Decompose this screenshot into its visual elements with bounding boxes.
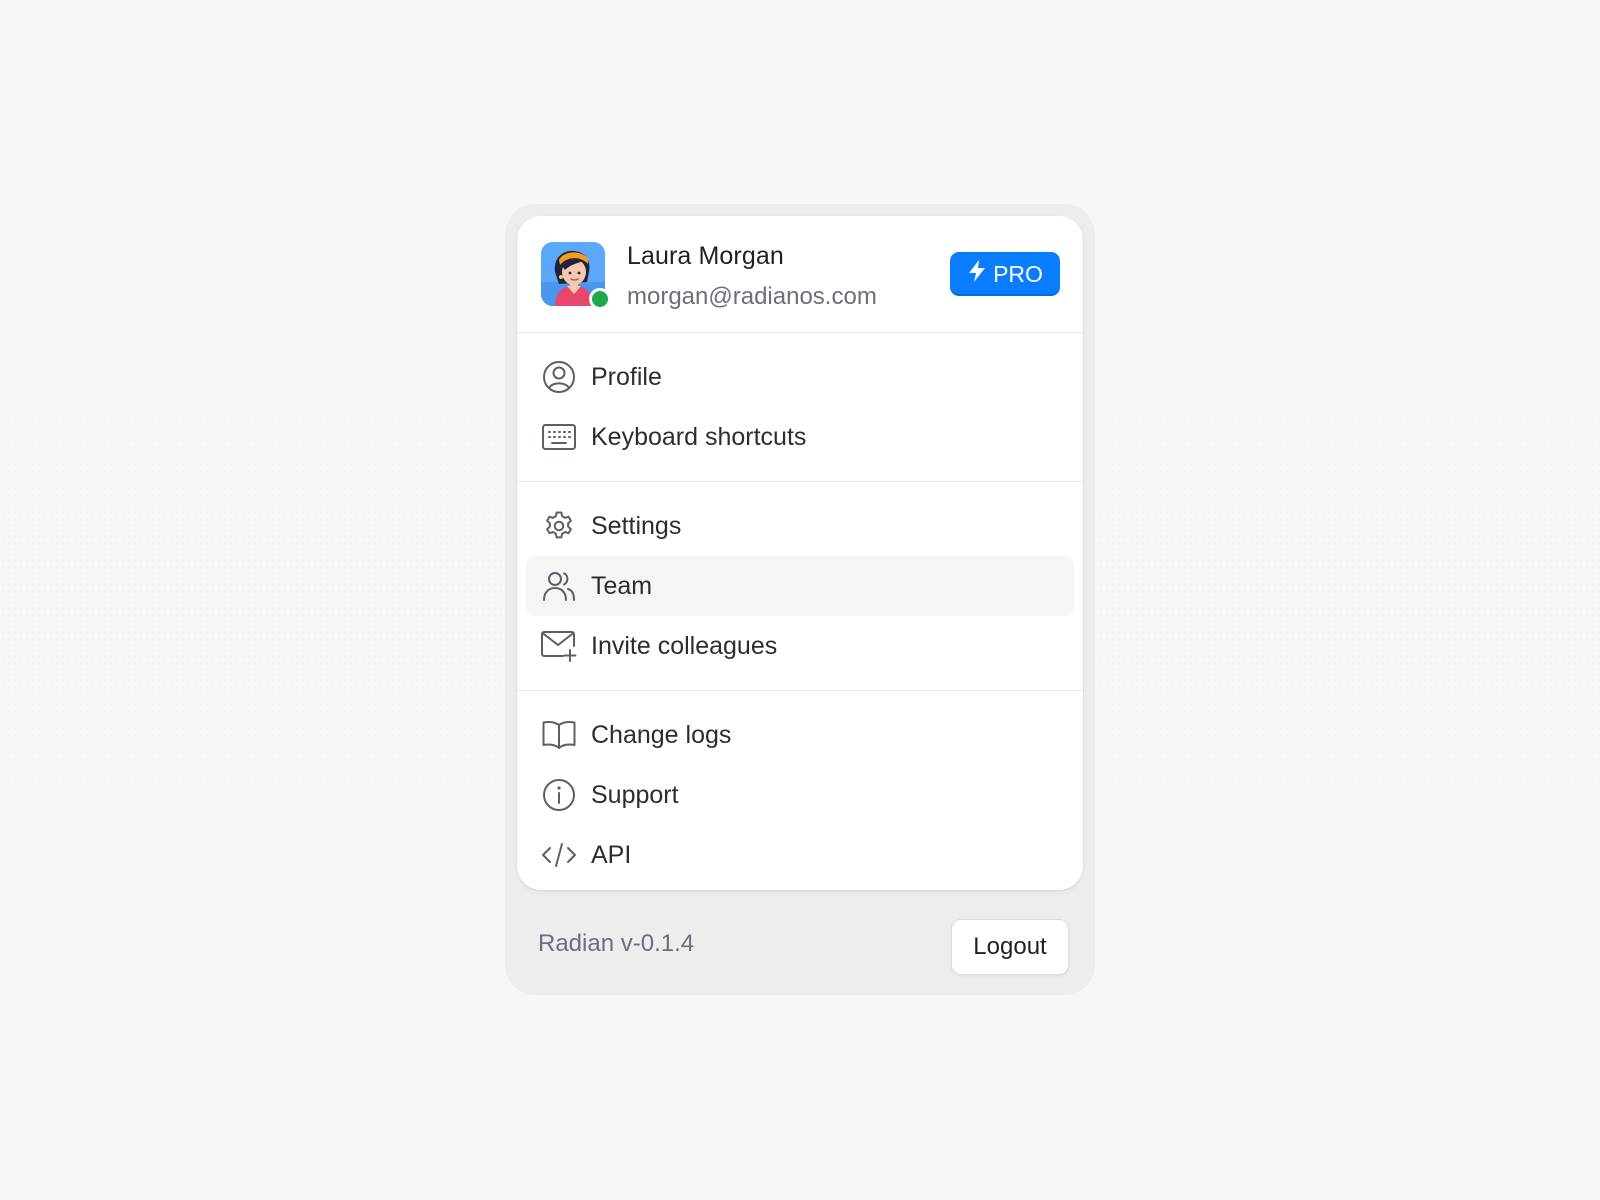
users-icon [541,568,577,604]
user-header: Laura Morgan morgan@radianos.com PRO [517,216,1083,333]
menu-item-label: Invite colleagues [591,631,778,660]
avatar[interactable] [541,242,611,310]
menu-section-workspace: Settings Team Invite colleagues [517,482,1083,691]
menu-item-label: Change logs [591,720,732,749]
logout-button[interactable]: Logout [951,919,1069,975]
pro-badge-label: PRO [993,260,1043,287]
book-open-icon [541,717,577,753]
menu-item-profile[interactable]: Profile [526,347,1074,407]
menu-item-settings[interactable]: Settings [526,496,1074,556]
menu-item-label: Profile [591,362,662,391]
mail-plus-icon [541,628,577,664]
menu-item-invite-colleagues[interactable]: Invite colleagues [526,616,1074,676]
online-status-dot [589,288,611,310]
menu-item-label: API [591,840,632,869]
user-email: morgan@radianos.com [627,283,877,310]
pro-badge[interactable]: PRO [950,252,1060,296]
menu-item-label: Team [591,571,653,600]
account-menu: Laura Morgan morgan@radianos.com PRO Pro… [505,204,1095,995]
menu-item-api[interactable]: API [526,825,1074,885]
menu-item-label: Settings [591,511,682,540]
user-name: Laura Morgan [627,242,784,270]
lightning-icon [967,259,987,289]
menu-item-team[interactable]: Team [526,556,1074,616]
menu-item-label: Keyboard shortcuts [591,422,807,451]
code-icon [541,837,577,873]
menu-item-keyboard-shortcuts[interactable]: Keyboard shortcuts [526,407,1074,467]
menu-footer: Radian v-0.1.4 Logout [505,890,1095,995]
app-version: Radian v-0.1.4 [538,930,695,957]
user-circle-icon [541,359,577,395]
account-menu-card: Laura Morgan morgan@radianos.com PRO Pro… [517,216,1083,890]
keyboard-icon [541,419,577,455]
menu-section-account: Profile Keyboard shortcuts [517,333,1083,482]
menu-item-support[interactable]: Support [526,765,1074,825]
info-icon [541,777,577,813]
gear-icon [541,508,577,544]
menu-section-help: Change logs Support API [517,691,1083,890]
menu-item-change-logs[interactable]: Change logs [526,705,1074,765]
menu-item-label: Support [591,780,679,809]
